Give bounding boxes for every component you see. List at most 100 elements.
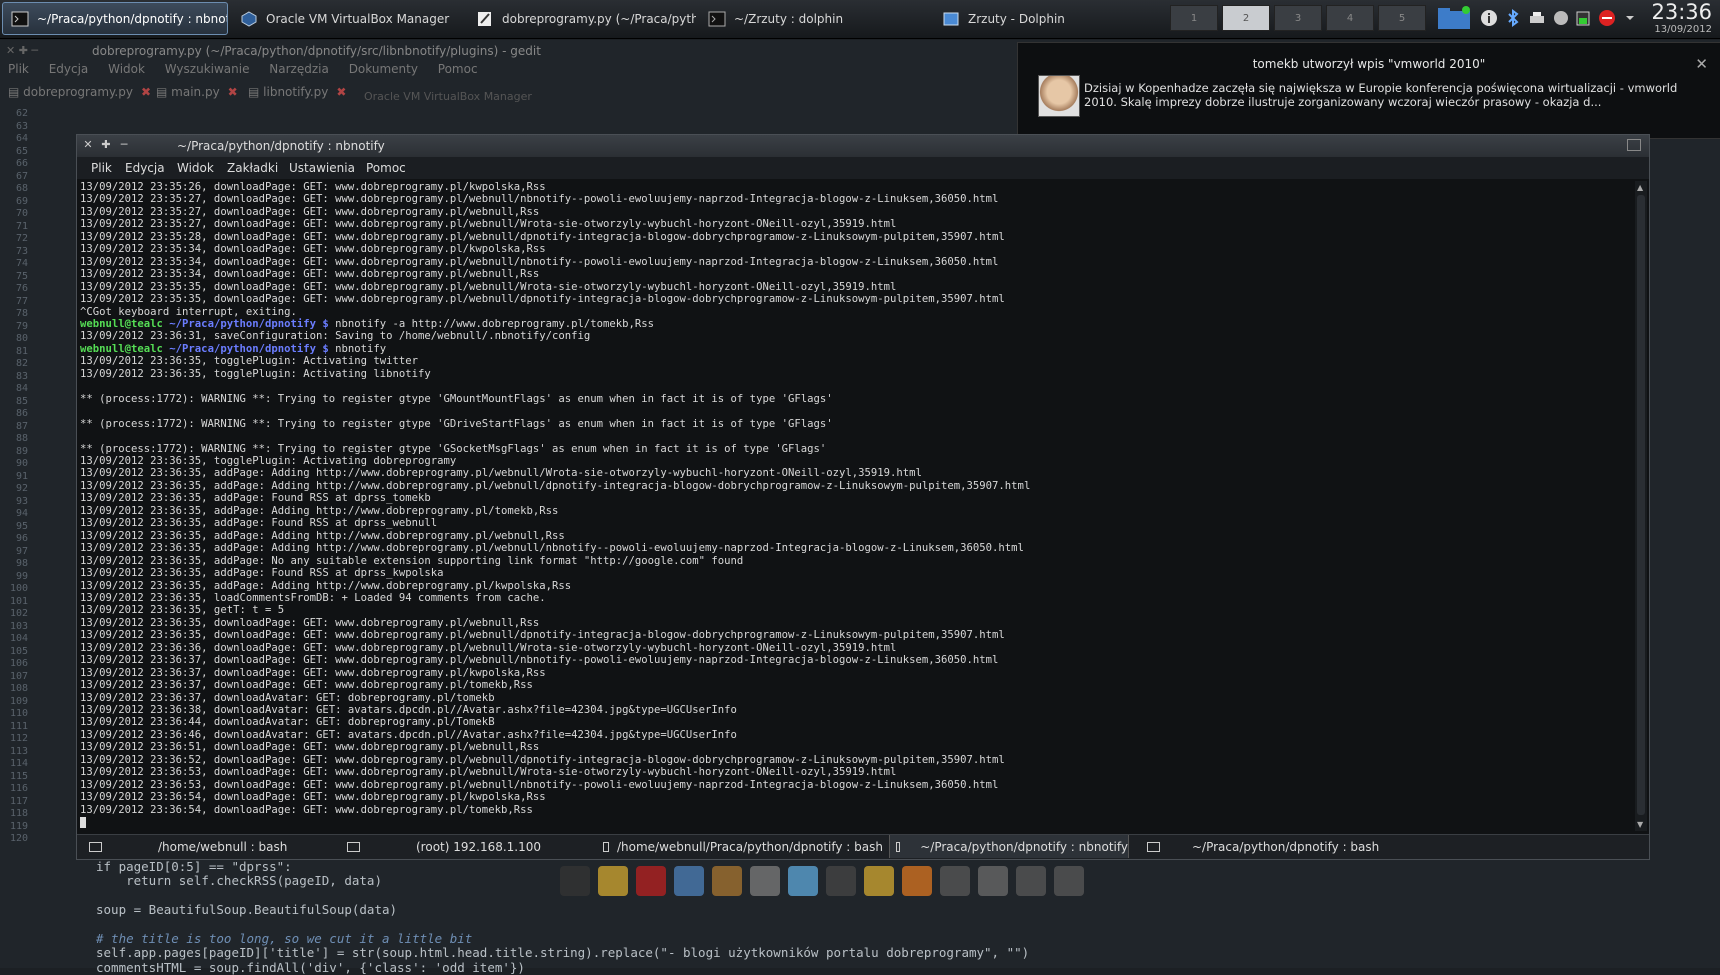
notification-popup[interactable]: tomekb utworzył wpis "vmworld 2010" ✕ Dz… <box>1017 42 1720 139</box>
line-number: 118 <box>9 808 28 819</box>
maximize-icon[interactable] <box>1627 139 1641 151</box>
filezilla-launcher-icon[interactable] <box>636 866 666 896</box>
close-icon[interactable]: ✕ <box>81 138 95 152</box>
menu-zakladki[interactable]: Zakładki <box>227 161 278 175</box>
line-number: 97 <box>15 545 28 557</box>
gedit-menu-edycja[interactable]: Edycja <box>49 62 89 76</box>
folder-icon[interactable] <box>1436 5 1472 31</box>
konsole-titlebar[interactable]: ✕ ✚ ─ ~/Praca/python/dpnotify : nbnotify <box>77 135 1649 157</box>
gedit-tab-dobreprogramy[interactable]: ▤ dobreprogramy.py ✖ <box>8 85 151 99</box>
scroll-down-icon[interactable]: ▼ <box>1637 820 1643 829</box>
keep-above-icon[interactable]: ✚ <box>99 138 113 152</box>
printer-icon[interactable] <box>1528 9 1546 27</box>
line-number: 89 <box>15 445 28 457</box>
konsole-tab-1[interactable]: /home/webnull : bash <box>89 835 329 858</box>
info-icon[interactable] <box>1480 9 1498 27</box>
output-line: 13/09/2012 23:35:27, downloadPage: GET: … <box>80 205 540 218</box>
notification-body: Dzisiaj w Kopenhadze zaczęła się najwięk… <box>1084 81 1678 109</box>
input-line[interactable] <box>80 816 1632 828</box>
bluetooth-icon[interactable] <box>1504 9 1522 27</box>
line-number: 71 <box>15 220 28 232</box>
browser-launcher-icon[interactable] <box>788 866 818 896</box>
chat-launcher-icon[interactable] <box>598 866 628 896</box>
line-number: 70 <box>15 208 28 219</box>
line-number: 74 <box>15 258 28 269</box>
line-number: 73 <box>15 245 28 257</box>
konsole-tab-2[interactable]: (root) 192.168.1.100 <box>347 835 597 858</box>
output-line: ** (process:1772): WARNING **: Trying to… <box>80 442 827 455</box>
battery-icon[interactable] <box>1574 9 1592 27</box>
ghost-window-title: Oracle VM VirtualBox Manager <box>364 90 532 103</box>
konsole-tab-4[interactable]: ~/Praca/python/dpnotify : nbnotify <box>889 835 1129 858</box>
konsole-tab-3[interactable]: /home/webnull/Praca/python/dpnotify : ba… <box>603 835 883 858</box>
gedit-menu-dokumenty[interactable]: Dokumenty <box>349 62 418 76</box>
terminal-output[interactable]: 13/09/2012 23:35:26, downloadPage: GET: … <box>80 181 1632 831</box>
konsole-tab-5[interactable]: ~/Praca/python/dpnotify : bash <box>1147 835 1387 858</box>
menu-ustawienia[interactable]: Ustawienia <box>289 161 355 175</box>
task-konsole-nbnotify[interactable]: ~/Praca/python/dpnotify : nbnotify <box>2 2 228 35</box>
close-icon[interactable]: ✕ <box>1695 55 1708 73</box>
line-number: 113 <box>9 745 28 757</box>
close-tab-icon[interactable]: ✖ <box>228 85 238 99</box>
tray-expand-icon[interactable] <box>1624 9 1636 27</box>
terminal-launcher-icon[interactable] <box>560 866 590 896</box>
gedit-menu-plik[interactable]: Plik <box>8 62 29 76</box>
minimize-icon[interactable]: ─ <box>117 138 131 152</box>
document-launcher-icon[interactable] <box>978 866 1008 896</box>
close-tab-icon[interactable]: ✖ <box>336 85 346 99</box>
vlc-launcher-icon[interactable] <box>902 866 932 896</box>
search-launcher-icon[interactable] <box>1016 866 1046 896</box>
gedit-menu-wyszukiwanie[interactable]: Wyszukiwanie <box>165 62 250 76</box>
scrollbar-thumb[interactable] <box>1637 195 1645 815</box>
calculator-launcher-icon[interactable] <box>1054 866 1084 896</box>
output-line: 13/09/2012 23:36:44, downloadAvatar: GET… <box>80 716 495 729</box>
pencil-launcher-icon[interactable] <box>712 866 742 896</box>
menu-edycja[interactable]: Edycja <box>125 161 165 175</box>
close-tab-icon[interactable]: ✖ <box>141 85 151 99</box>
text-editor-launcher-icon[interactable] <box>750 866 780 896</box>
file-icon: ▤ <box>248 85 264 99</box>
chat2-launcher-icon[interactable] <box>864 866 894 896</box>
task-gedit[interactable]: dobreprogramy.py (~/Praca/python <box>468 2 696 35</box>
pager-desktop-2[interactable]: 2 <box>1222 5 1270 31</box>
output-line: 13/09/2012 23:36:35, getT: t = 5 <box>80 604 285 617</box>
file-manager-launcher-icon[interactable] <box>674 866 704 896</box>
network-disconnected-icon[interactable] <box>1598 9 1616 27</box>
glass-launcher-icon[interactable] <box>940 866 970 896</box>
window-controls[interactable]: ✕ ✚ ─ <box>6 40 38 62</box>
line-number: 67 <box>15 170 28 182</box>
line-number: 109 <box>9 695 28 707</box>
terminal-icon <box>89 841 102 852</box>
pager-desktop-5[interactable]: 5 <box>1378 5 1426 31</box>
line-number: 69 <box>15 195 28 207</box>
gedit-menu-narzedzia[interactable]: Narzędzia <box>269 62 329 76</box>
output-line: 13/09/2012 23:36:53, downloadPage: GET: … <box>80 766 897 779</box>
pager-desktop-1[interactable]: 1 <box>1170 5 1218 31</box>
gedit-menu-widok[interactable]: Widok <box>108 62 145 76</box>
scrollbar[interactable]: ▲ ▼ <box>1635 181 1647 831</box>
output-line: 13/09/2012 23:36:51, downloadPage: GET: … <box>80 741 540 754</box>
monitor-launcher-icon[interactable] <box>826 866 856 896</box>
output-line: 13/09/2012 23:36:35, togglePlugin: Activ… <box>80 367 431 380</box>
task-virtualbox[interactable]: Oracle VM VirtualBox Manager <box>232 2 464 35</box>
task-dolphin-terminal[interactable]: ~/Zrzuty : dolphin <box>700 2 930 35</box>
menu-pomoc[interactable]: Pomoc <box>366 161 406 175</box>
terminal-icon <box>603 841 609 852</box>
gedit-menu-pomoc[interactable]: Pomoc <box>438 62 478 76</box>
clock[interactable]: 23:36 13/09/2012 <box>1651 1 1712 36</box>
line-number: 68 <box>15 183 28 194</box>
output-line: 13/09/2012 23:36:35, addPage: Found RSS … <box>80 517 438 530</box>
menu-plik[interactable]: Plik <box>91 161 112 175</box>
gedit-tab-libnotify[interactable]: ▤ libnotify.py ✖ <box>248 85 346 99</box>
terminal-icon <box>11 11 29 26</box>
pager-desktop-3[interactable]: 3 <box>1274 5 1322 31</box>
menu-widok[interactable]: Widok <box>177 161 214 175</box>
scroll-up-icon[interactable]: ▲ <box>1637 183 1643 192</box>
pager-desktop-4[interactable]: 4 <box>1326 5 1374 31</box>
gedit-tab-main[interactable]: ▤ main.py ✖ <box>156 85 238 99</box>
output-line: ** (process:1772): WARNING **: Trying to… <box>80 392 833 405</box>
chat-icon[interactable] <box>1552 9 1570 27</box>
task-dolphin[interactable]: Zrzuty - Dolphin <box>934 2 1164 35</box>
line-number: 88 <box>15 433 28 444</box>
